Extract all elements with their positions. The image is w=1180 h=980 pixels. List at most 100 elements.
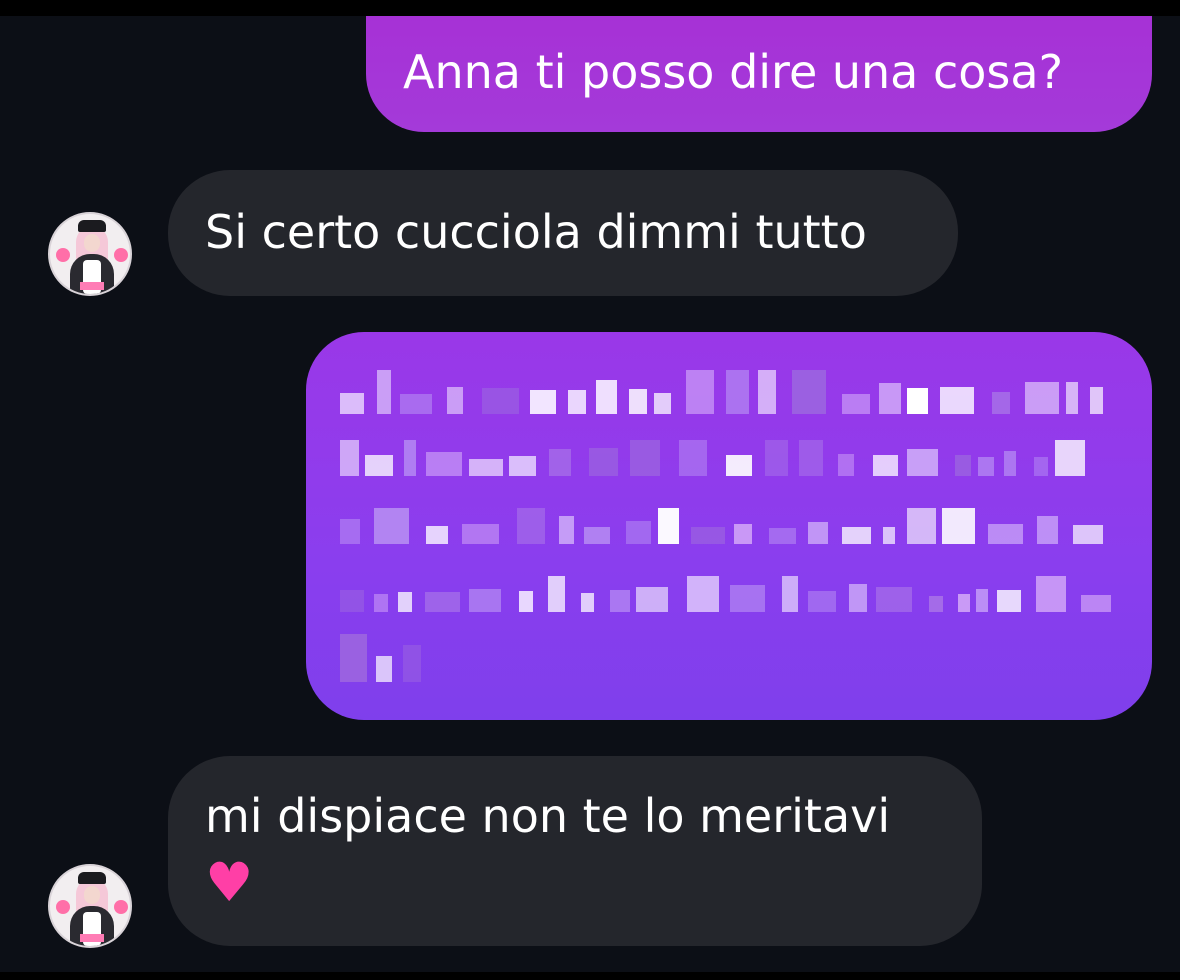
pixel-block bbox=[1066, 382, 1078, 414]
pixel-block bbox=[462, 524, 499, 544]
pixel-block bbox=[929, 596, 943, 612]
message-text: Si certo cucciola dimmi tutto bbox=[205, 205, 867, 259]
pixel-block bbox=[726, 455, 752, 476]
pixel-block bbox=[955, 455, 971, 476]
pixel-block bbox=[589, 448, 618, 476]
pixel-block bbox=[377, 370, 391, 414]
pixel-block bbox=[1025, 382, 1059, 414]
pixel-block bbox=[658, 508, 679, 544]
pixel-block bbox=[530, 390, 556, 414]
pixel-block bbox=[769, 528, 796, 544]
pixel-block bbox=[876, 587, 912, 612]
pixel-block bbox=[509, 456, 536, 476]
pixel-block bbox=[873, 455, 898, 476]
pixel-block bbox=[808, 591, 836, 612]
avatar-detail bbox=[56, 900, 70, 914]
pixel-block bbox=[988, 524, 1023, 544]
pixel-block bbox=[584, 527, 610, 544]
pixel-block bbox=[842, 394, 870, 414]
pixel-block bbox=[630, 440, 660, 476]
pixel-block bbox=[376, 656, 392, 682]
pixel-block bbox=[1004, 451, 1016, 476]
pixel-block bbox=[838, 454, 854, 476]
pixel-block bbox=[403, 645, 421, 682]
pixel-block bbox=[1081, 595, 1111, 612]
avatar-detail bbox=[78, 872, 106, 884]
pixel-block bbox=[976, 589, 988, 612]
pixel-block bbox=[883, 527, 895, 544]
pixel-block bbox=[340, 519, 360, 544]
avatar-detail bbox=[80, 934, 104, 942]
avatar-detail bbox=[114, 900, 128, 914]
pixel-block bbox=[849, 584, 867, 612]
pixel-block bbox=[610, 590, 630, 612]
pixel-block bbox=[568, 390, 586, 414]
pixel-block bbox=[426, 452, 462, 476]
pixel-block bbox=[340, 393, 364, 414]
pixel-block bbox=[374, 508, 409, 544]
avatar-detail bbox=[84, 234, 100, 252]
pixel-block bbox=[626, 521, 651, 544]
pixel-block bbox=[730, 585, 765, 612]
pixel-block bbox=[799, 440, 823, 476]
pixel-block bbox=[734, 524, 752, 544]
incoming-message-bubble[interactable]: Si certo cucciola dimmi tutto bbox=[168, 170, 958, 296]
pixel-block bbox=[517, 508, 545, 544]
message-text: Anna ti posso dire una cosa? bbox=[403, 45, 1063, 99]
avatar-detail bbox=[80, 282, 104, 290]
pixel-block bbox=[400, 394, 432, 414]
heart-emoji-icon: ♥ bbox=[205, 851, 254, 914]
pixel-block bbox=[365, 455, 393, 476]
pixel-block bbox=[340, 590, 364, 612]
pixel-block bbox=[687, 576, 719, 612]
top-edge bbox=[0, 0, 1180, 16]
pixel-block bbox=[559, 516, 574, 544]
pixel-block bbox=[726, 370, 749, 414]
pixel-block bbox=[679, 440, 707, 476]
pixel-block bbox=[1036, 576, 1066, 612]
pixel-block bbox=[340, 440, 359, 476]
pixel-block bbox=[548, 576, 565, 612]
pixelated-outgoing-message-bubble[interactable] bbox=[306, 332, 1152, 720]
pixel-block bbox=[425, 592, 460, 612]
outgoing-message-bubble[interactable]: Anna ti posso dire una cosa? bbox=[366, 16, 1152, 132]
pixel-block bbox=[942, 508, 975, 544]
pixel-block bbox=[469, 459, 503, 476]
pixel-block bbox=[907, 508, 936, 544]
pixel-block bbox=[636, 587, 668, 612]
avatar-detail bbox=[56, 248, 70, 262]
avatar-detail bbox=[84, 886, 100, 904]
pixel-block bbox=[958, 594, 970, 612]
bottom-edge bbox=[0, 972, 1180, 980]
pixel-block bbox=[519, 591, 533, 612]
pixel-block bbox=[691, 527, 725, 544]
pixel-block bbox=[1055, 440, 1085, 476]
pixel-block bbox=[842, 527, 871, 544]
pixel-block bbox=[992, 392, 1010, 414]
pixel-block bbox=[686, 370, 714, 414]
pixel-block bbox=[765, 440, 788, 476]
avatar-detail bbox=[114, 248, 128, 262]
pixel-block bbox=[1090, 387, 1103, 414]
pixel-block bbox=[447, 387, 463, 414]
pixel-block bbox=[792, 370, 826, 414]
pixel-block bbox=[629, 389, 647, 414]
pixel-block bbox=[374, 594, 388, 612]
contact-avatar[interactable] bbox=[48, 212, 132, 296]
pixel-block bbox=[808, 522, 828, 544]
avatar-detail bbox=[78, 220, 106, 232]
pixelated-text bbox=[340, 370, 1111, 682]
pixel-block bbox=[940, 387, 974, 414]
pixel-block bbox=[997, 590, 1021, 612]
pixel-block bbox=[978, 457, 994, 476]
pixel-block bbox=[398, 592, 412, 612]
incoming-message-bubble[interactable]: mi dispiace non te lo meritavi ♥ bbox=[168, 756, 982, 946]
pixel-block bbox=[426, 526, 448, 544]
pixel-block bbox=[879, 383, 901, 414]
pixel-block bbox=[654, 393, 671, 414]
pixel-block bbox=[482, 388, 519, 414]
pixel-block bbox=[1073, 525, 1103, 544]
contact-avatar[interactable] bbox=[48, 864, 132, 948]
pixel-block bbox=[469, 589, 501, 612]
pixel-block bbox=[404, 440, 416, 476]
